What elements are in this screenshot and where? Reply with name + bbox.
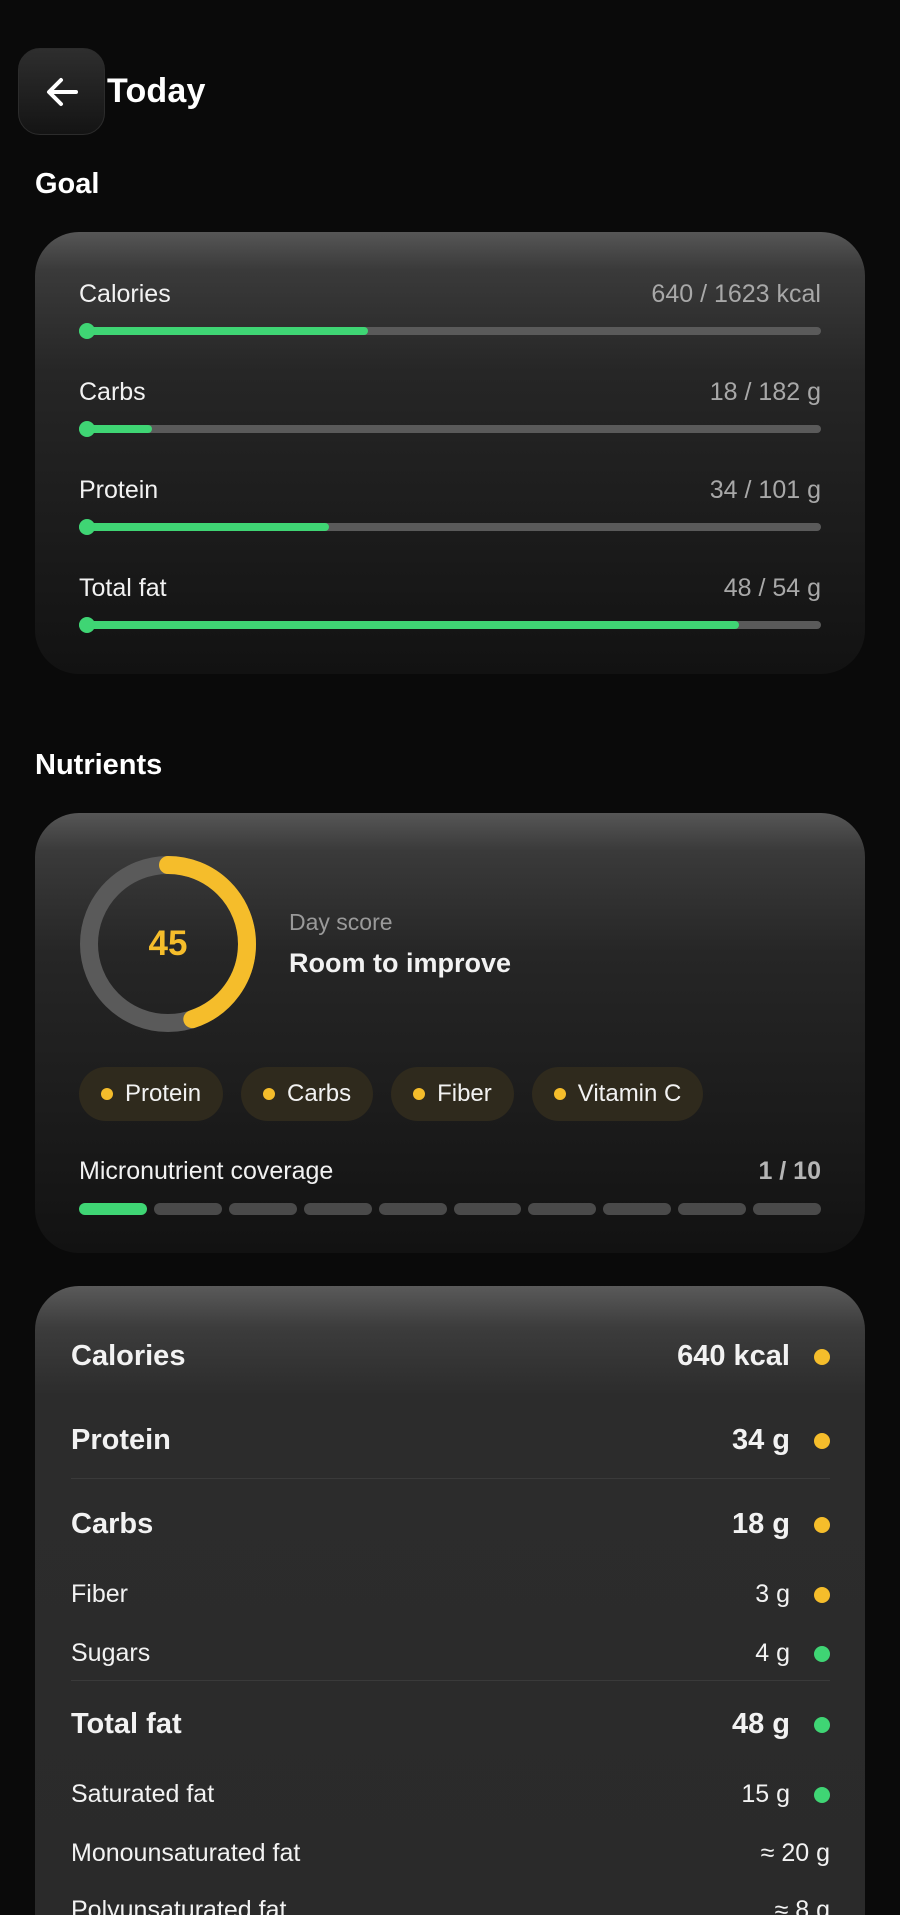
goal-row-calories: Calories 640 / 1623 kcal xyxy=(79,280,821,339)
day-score-ring: 45 xyxy=(79,855,257,1033)
detail-value: 34 g xyxy=(731,1424,790,1456)
nutrient-chips: Protein Carbs Fiber Vitamin C xyxy=(79,1067,704,1121)
goal-label: Protein xyxy=(79,476,159,504)
chip-label: Protein xyxy=(125,1080,202,1107)
goal-value: 640 / 1623 kcal xyxy=(651,280,821,308)
detail-row-protein: Protein 34 g xyxy=(71,1424,830,1457)
detail-name: Total fat xyxy=(71,1708,182,1740)
detail-value: 15 g xyxy=(741,1780,790,1808)
status-dot-icon xyxy=(814,1432,830,1449)
coverage-segment xyxy=(378,1203,447,1215)
goal-card: Calories 640 / 1623 kcal Carbs 18 / 182 … xyxy=(35,232,865,674)
chip-fiber[interactable]: Fiber xyxy=(391,1067,514,1121)
chip-label: Carbs xyxy=(287,1080,352,1107)
goal-row-carbs: Carbs 18 / 182 g xyxy=(79,378,821,437)
detail-name: Sugars xyxy=(71,1639,151,1667)
status-dot-icon xyxy=(413,1088,426,1100)
goal-value: 48 / 54 g xyxy=(723,574,821,602)
chip-carbs[interactable]: Carbs xyxy=(241,1067,374,1121)
goal-progress-bar xyxy=(79,421,821,437)
detail-name: Saturated fat xyxy=(71,1780,215,1808)
status-dot-icon xyxy=(814,1645,830,1662)
goal-section-title: Goal xyxy=(35,168,100,200)
day-score-text: Room to improve xyxy=(289,948,512,978)
detail-row-monounsaturated-fat: Monounsaturated fat ≈ 20 g xyxy=(71,1839,830,1868)
status-dot-icon xyxy=(814,1586,830,1603)
coverage-segment xyxy=(228,1203,297,1215)
detail-row-carbs: Carbs 18 g xyxy=(71,1508,830,1541)
status-dot-icon xyxy=(553,1088,566,1100)
goal-label: Total fat xyxy=(79,574,167,602)
nutrients-card: 45 Day score Room to improve Protein Car… xyxy=(35,813,865,1253)
detail-name: Fiber xyxy=(71,1580,128,1608)
detail-row-saturated-fat: Saturated fat 15 g xyxy=(71,1780,830,1809)
status-dot-icon xyxy=(814,1716,830,1733)
coverage-segment xyxy=(678,1203,747,1215)
detail-name: Calories xyxy=(71,1340,186,1372)
nutrition-details-card: Calories 640 kcal Protein 34 g Carbs 18 … xyxy=(35,1286,865,1915)
goal-row-total-fat: Total fat 48 / 54 g xyxy=(79,574,821,633)
coverage-segment xyxy=(603,1203,672,1215)
goal-progress-fill xyxy=(79,523,330,531)
divider xyxy=(71,1478,830,1479)
coverage-segment xyxy=(303,1203,372,1215)
back-button[interactable] xyxy=(18,48,105,135)
arrow-left-icon xyxy=(46,77,78,106)
header: Today xyxy=(18,48,206,135)
detail-value: ≈ 20 g xyxy=(760,1839,830,1867)
coverage-segment xyxy=(528,1203,597,1215)
goal-label: Calories xyxy=(79,280,171,308)
coverage-segment xyxy=(153,1203,222,1215)
detail-value: 640 kcal xyxy=(677,1340,790,1372)
goal-progress-knob xyxy=(79,519,95,535)
page-title: Today xyxy=(107,72,206,110)
goal-progress-bar xyxy=(79,617,821,633)
day-score-value: 45 xyxy=(148,924,188,963)
divider xyxy=(71,1680,830,1681)
nutrients-section-title: Nutrients xyxy=(35,749,163,781)
detail-row-total-fat: Total fat 48 g xyxy=(71,1708,830,1741)
detail-value: 4 g xyxy=(755,1639,790,1667)
detail-name: Monounsaturated fat xyxy=(71,1839,301,1867)
chip-vitamin-c[interactable]: Vitamin C xyxy=(531,1067,704,1121)
goal-value: 34 / 101 g xyxy=(709,476,821,504)
detail-row-calories: Calories 640 kcal xyxy=(71,1340,830,1373)
chip-label: Vitamin C xyxy=(577,1080,682,1107)
goal-progress-fill xyxy=(79,327,369,335)
coverage-header: Micronutrient coverage 1 / 10 xyxy=(79,1157,821,1186)
goal-progress-fill xyxy=(79,621,739,629)
detail-value: 3 g xyxy=(755,1580,790,1608)
detail-row-polyunsaturated-fat: Polyunsaturated fat ≈ 8 g xyxy=(71,1896,830,1915)
detail-name: Carbs xyxy=(71,1508,154,1540)
status-dot-icon xyxy=(814,1516,830,1533)
detail-value: 48 g xyxy=(731,1708,790,1740)
coverage-segment xyxy=(79,1203,147,1215)
status-dot-icon xyxy=(263,1088,276,1100)
coverage-segment xyxy=(453,1203,522,1215)
goal-progress-knob xyxy=(79,323,95,339)
goal-progress-knob xyxy=(79,421,95,437)
detail-value: 18 g xyxy=(731,1508,790,1540)
detail-value: ≈ 8 g xyxy=(774,1896,830,1915)
status-dot-icon xyxy=(814,1348,830,1365)
goal-progress-knob xyxy=(79,617,95,633)
coverage-segment-bar xyxy=(79,1203,822,1215)
coverage-label: Micronutrient coverage xyxy=(79,1157,334,1185)
goal-label: Carbs xyxy=(79,378,146,406)
coverage-value: 1 / 10 xyxy=(758,1157,821,1185)
detail-row-sugars: Sugars 4 g xyxy=(71,1639,830,1668)
detail-name: Polyunsaturated fat xyxy=(71,1896,287,1915)
day-score-caption: Day score xyxy=(289,909,393,935)
chip-label: Fiber xyxy=(437,1080,492,1107)
goal-row-protein: Protein 34 / 101 g xyxy=(79,476,821,535)
goal-progress-bar xyxy=(79,519,821,535)
goal-progress-bar xyxy=(79,323,821,339)
goal-value: 18 / 182 g xyxy=(709,378,821,406)
status-dot-icon xyxy=(814,1786,830,1803)
detail-name: Protein xyxy=(71,1424,171,1456)
chip-protein[interactable]: Protein xyxy=(79,1067,224,1121)
detail-row-fiber: Fiber 3 g xyxy=(71,1580,830,1609)
status-dot-icon xyxy=(101,1088,113,1100)
coverage-segment xyxy=(753,1203,822,1215)
